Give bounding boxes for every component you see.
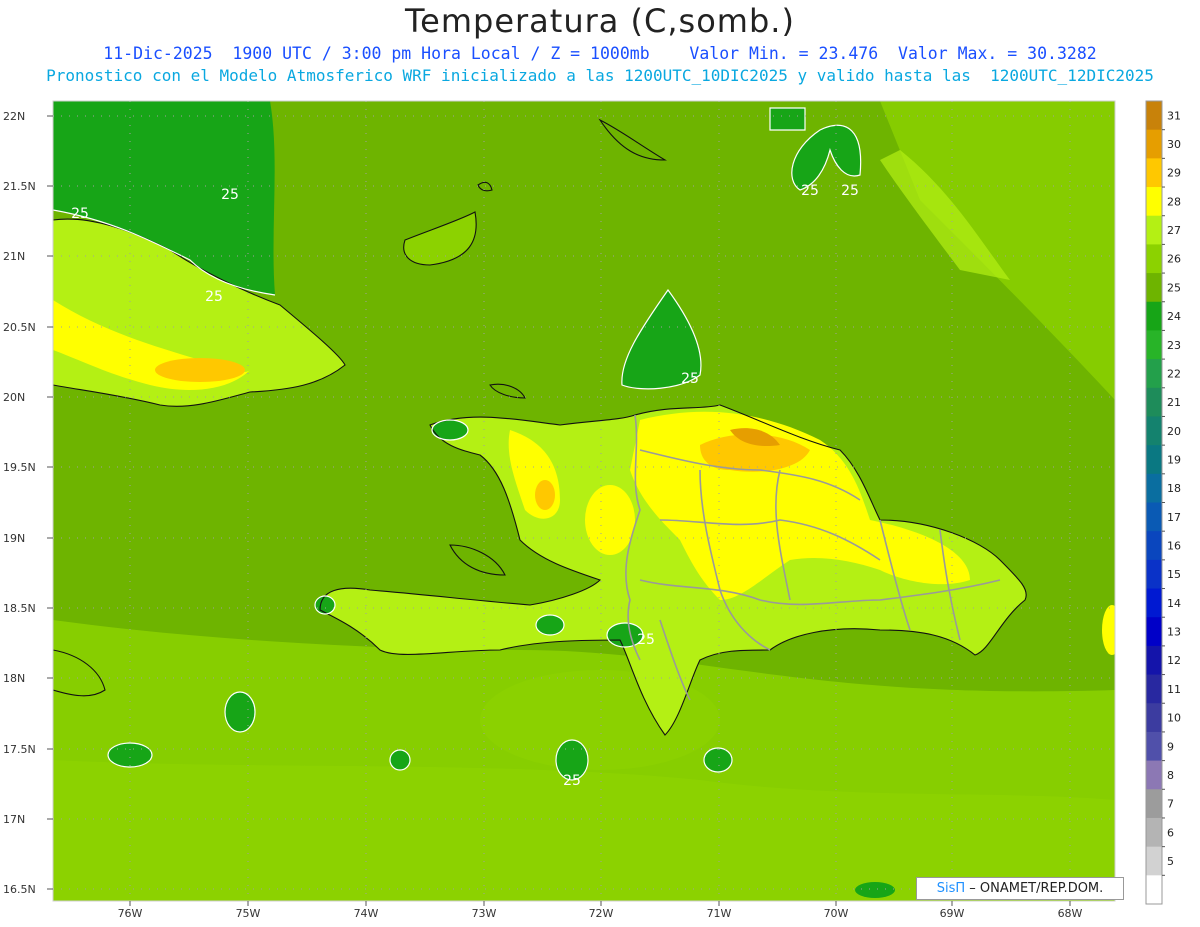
colorbar-label: 26: [1167, 253, 1181, 266]
contour-label: 25: [71, 206, 89, 222]
contour-label: 25: [205, 289, 223, 305]
colorbar-label: 7: [1167, 798, 1174, 811]
credit-text: – ONAMET/REP.DOM.: [969, 881, 1104, 896]
contour-label: 25: [841, 183, 859, 199]
lat-tick-label: 17.5N: [3, 743, 36, 756]
lat-tick-label: 21.5N: [3, 180, 36, 193]
colorbar-label: 18: [1167, 482, 1181, 495]
colorbar-swatch: [1146, 101, 1162, 131]
colorbar-swatch: [1146, 531, 1162, 561]
colorbar-label: 30: [1167, 138, 1181, 151]
lon-tick-label: 72W: [589, 907, 614, 920]
colorbar-swatch: [1146, 301, 1162, 331]
cool-patch-southeast: [855, 882, 895, 898]
longitude-axis: 76W 75W 74W 73W 72W 71W 70W 69W 68W: [118, 901, 1083, 920]
lat-tick-label: 18N: [3, 672, 25, 685]
colorbar-label: 17: [1167, 511, 1181, 524]
colorbar-swatch: [1146, 215, 1162, 245]
temperature-map: 25 25 25 25 25 25 25 25 22N 21.5N 21N 20…: [3, 100, 1181, 920]
colorbar-label: 25: [1167, 281, 1181, 294]
colorbar-label: 23: [1167, 339, 1181, 352]
lat-tick-label: 22N: [3, 110, 25, 123]
colorbar-label: 5: [1167, 855, 1174, 868]
contour-label: 25: [801, 183, 819, 199]
credit-box: SisΠ – ONAMET/REP.DOM.: [916, 877, 1124, 900]
map-plot-area: 25 25 25 25 25 25 25 25: [53, 101, 1115, 901]
contour-label: 25: [637, 632, 655, 648]
caicos-cool-patch-1: [770, 108, 805, 130]
colorbar-swatch: [1146, 731, 1162, 762]
lon-tick-label: 70W: [824, 907, 849, 920]
colorbar-label: 16: [1167, 540, 1181, 553]
colorbar-label: 28: [1167, 195, 1181, 208]
puerto-rico-hot-edge: [1102, 605, 1115, 655]
colorbar-swatch: [1146, 158, 1162, 188]
colorbar-label: 22: [1167, 367, 1181, 380]
colorbar: 31 30 29 28 27 26 25 24 23 22 21 20 19 18 17 16 15 14 13 12…: [1145, 100, 1181, 905]
lat-tick-label: 20.5N: [3, 321, 36, 334]
colorbar-label: 14: [1167, 597, 1181, 610]
colorbar-label: 8: [1167, 769, 1174, 782]
lon-tick-label: 71W: [707, 907, 732, 920]
lon-tick-label: 76W: [118, 907, 143, 920]
lon-tick-label: 68W: [1058, 907, 1083, 920]
colorbar-swatch: [1146, 846, 1162, 876]
colorbar-swatch: [1146, 703, 1162, 733]
colorbar-swatch: [1146, 359, 1162, 389]
colorbar-swatch: [1146, 502, 1162, 532]
colorbar-swatch: [1146, 273, 1162, 303]
colorbar-swatch: [1146, 330, 1162, 360]
colorbar-swatch: [1146, 416, 1162, 446]
contour-label: 25: [681, 371, 699, 387]
colorbar-label: 6: [1167, 826, 1174, 839]
lat-tick-label: 19N: [3, 532, 25, 545]
colorbar-label: 9: [1167, 740, 1174, 753]
colorbar-swatch: [1146, 129, 1162, 159]
colorbar-swatch: [1146, 445, 1162, 475]
lon-tick-label: 75W: [236, 907, 261, 920]
colorbar-swatch: [1146, 617, 1162, 647]
cuba-hot-core: [155, 358, 245, 382]
colorbar-swatch: [1146, 674, 1162, 704]
colorbar-swatch: [1146, 588, 1162, 618]
colorbar-swatch: [1146, 473, 1162, 503]
colorbar-swatch: [1146, 760, 1162, 790]
credit-brand: SisΠ: [936, 881, 966, 896]
lat-tick-label: 20N: [3, 391, 25, 404]
colorbar-swatch: [1146, 875, 1162, 905]
colorbar-label: 31: [1167, 109, 1181, 122]
colorbar-swatch: [1146, 387, 1162, 417]
haiti-central-hot-zone: [585, 485, 635, 555]
colorbar-label: 27: [1167, 224, 1181, 237]
colorbar-swatch: [1146, 645, 1162, 676]
colorbar-label: 12: [1167, 654, 1181, 667]
lon-tick-label: 74W: [354, 907, 379, 920]
colorbar-label: 29: [1167, 167, 1181, 180]
colorbar-label: 21: [1167, 396, 1181, 409]
lon-tick-label: 73W: [472, 907, 497, 920]
contour-label: 25: [221, 187, 239, 203]
lon-tick-label: 69W: [940, 907, 965, 920]
colorbar-label: 13: [1167, 626, 1181, 639]
colorbar-swatch: [1146, 187, 1162, 217]
lat-tick-label: 16.5N: [3, 883, 36, 896]
colorbar-label: 11: [1167, 683, 1181, 696]
lat-tick-label: 21N: [3, 250, 25, 263]
haiti-hot-core: [535, 480, 555, 510]
latitude-axis: 22N 21.5N 21N 20.5N 20N 19.5N 19N 18.5N …: [3, 110, 53, 896]
lat-tick-label: 17N: [3, 813, 25, 826]
colorbar-label: 24: [1167, 310, 1181, 323]
colorbar-swatch: [1146, 559, 1162, 590]
colorbar-swatch: [1146, 817, 1162, 848]
colorbar-label: 20: [1167, 425, 1181, 438]
lat-tick-label: 19.5N: [3, 461, 36, 474]
colorbar-label: 10: [1167, 712, 1181, 725]
colorbar-swatch: [1146, 244, 1162, 274]
contour-label: 25: [563, 773, 581, 789]
lat-tick-label: 18.5N: [3, 602, 36, 615]
colorbar-label: 15: [1167, 568, 1181, 581]
colorbar-label: 19: [1167, 453, 1181, 466]
colorbar-swatch: [1146, 789, 1162, 819]
